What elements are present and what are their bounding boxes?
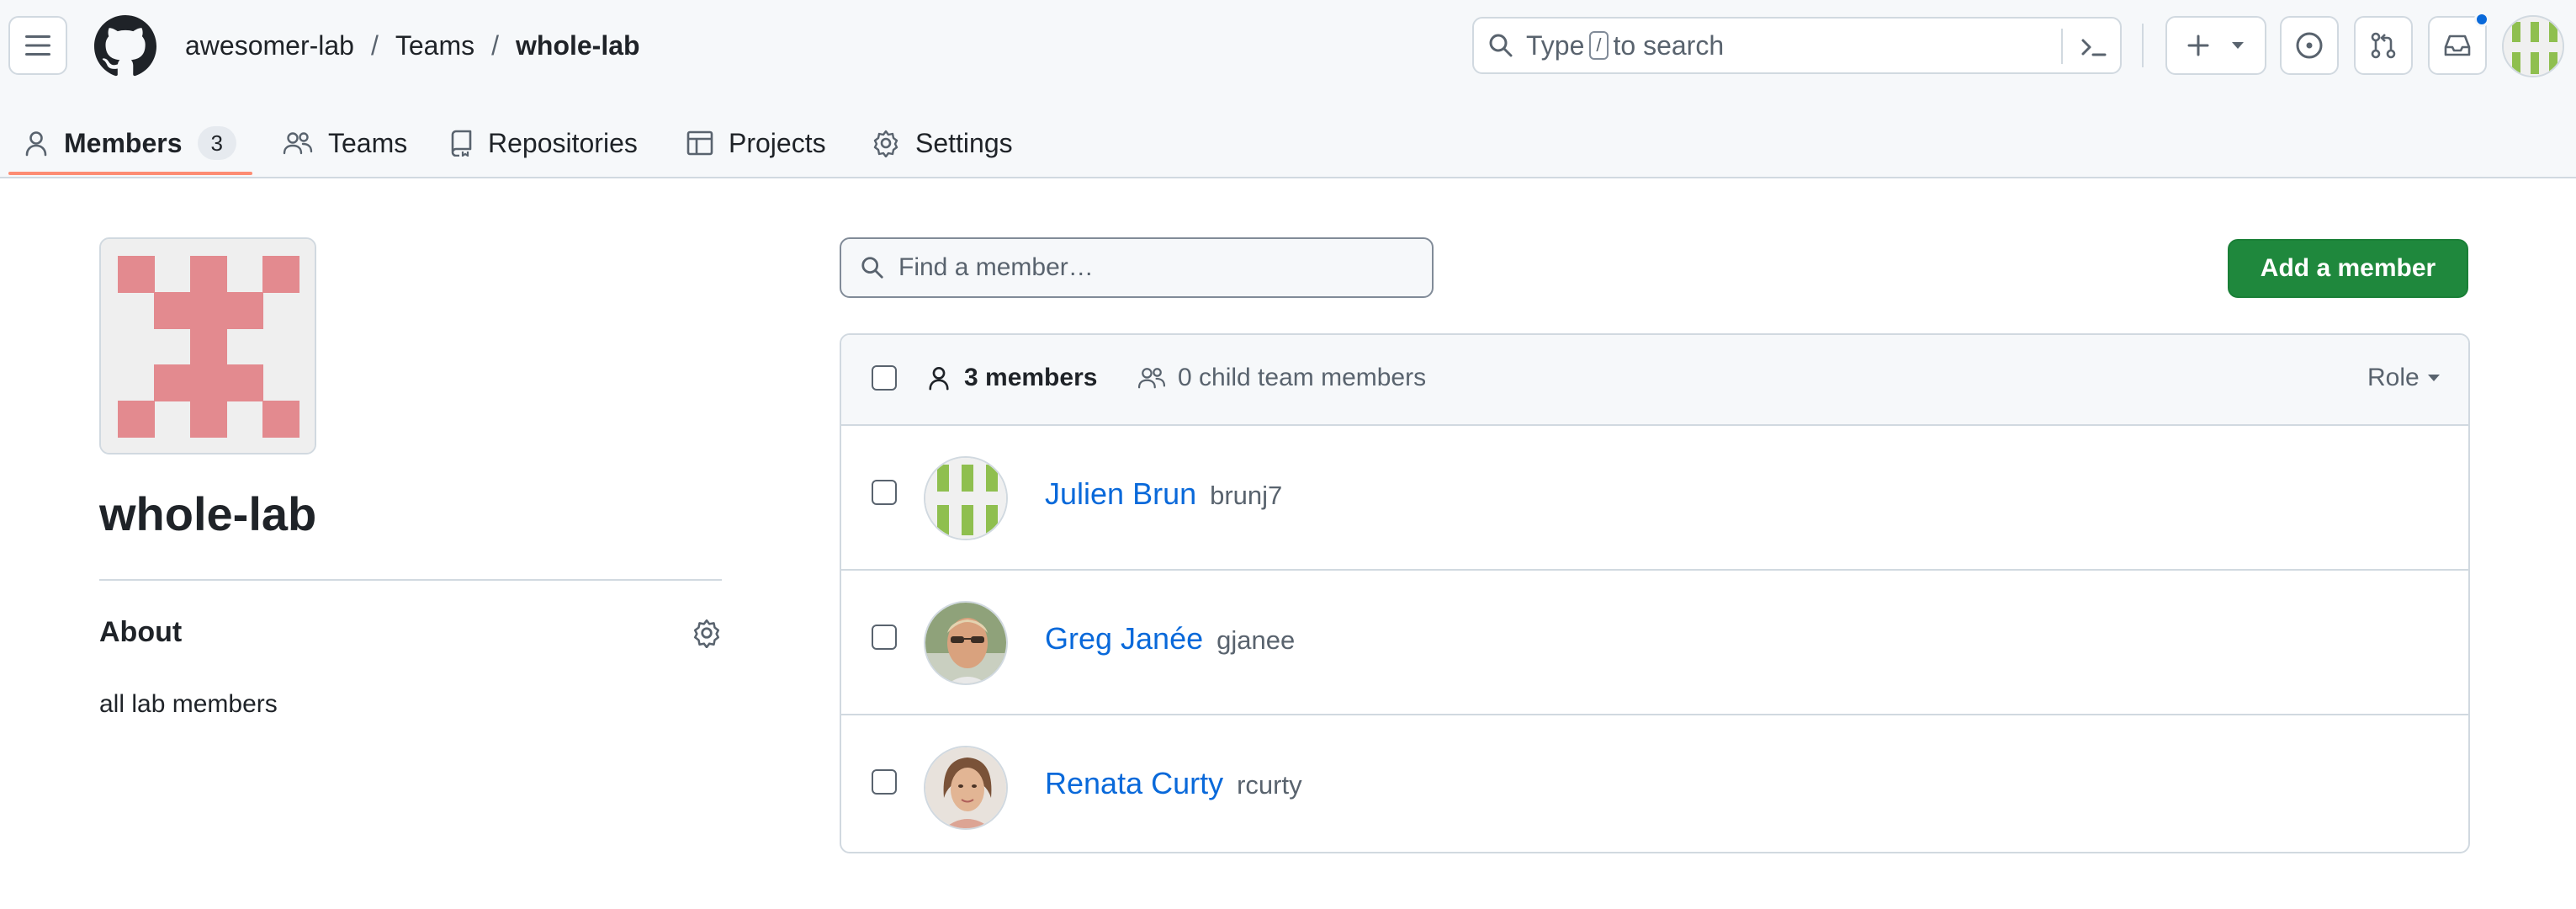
- breadcrumb: awesomer-lab / Teams / whole-lab: [185, 27, 640, 64]
- member-photo-icon: [925, 747, 1006, 828]
- member-info: Julien Brun brunj7: [1045, 476, 1282, 512]
- member-avatar[interactable]: [924, 456, 1008, 540]
- team-description: all lab members: [99, 690, 278, 718]
- person-icon: [24, 130, 49, 157]
- member-checkbox[interactable]: [872, 769, 897, 795]
- search-icon: [1487, 32, 1514, 59]
- command-palette-icon[interactable]: [2073, 30, 2115, 64]
- member-login: brunj7: [1210, 481, 1283, 510]
- tab-settings[interactable]: Settings: [872, 108, 1013, 178]
- table-icon: [686, 130, 713, 156]
- tab-settings-label: Settings: [915, 127, 1013, 158]
- members-table-header: 3 members 0 child team members Role: [841, 335, 2468, 426]
- breadcrumb-org-link[interactable]: awesomer-lab: [185, 30, 354, 61]
- breadcrumb-current-team[interactable]: whole-lab: [516, 30, 640, 61]
- search-icon: [860, 255, 885, 280]
- plus-icon: [2187, 35, 2209, 56]
- breadcrumb-separator: /: [370, 29, 379, 61]
- find-member-placeholder: Find a member…: [898, 253, 1094, 281]
- inbox-icon: [2444, 35, 2471, 56]
- member-name-link[interactable]: Greg Janée: [1045, 621, 1203, 656]
- breadcrumb-separator: /: [491, 29, 499, 61]
- active-tab-indicator: [8, 172, 252, 175]
- member-info: Renata Curty rcurty: [1045, 766, 1302, 801]
- hamburger-icon: [25, 35, 50, 56]
- tab-members-label: Members: [64, 127, 183, 158]
- member-identicon-icon: [925, 458, 1006, 539]
- team-tabs: Members 3 Teams Repositories Projects Se…: [0, 108, 2576, 178]
- team-name-heading: whole-lab: [99, 487, 317, 540]
- person-icon: [927, 365, 951, 391]
- edit-about-gear-icon[interactable]: [690, 616, 724, 650]
- find-member-input[interactable]: Find a member…: [840, 237, 1434, 298]
- role-filter-label: Role: [2367, 364, 2420, 391]
- member-checkbox[interactable]: [872, 625, 897, 650]
- issue-opened-icon: [2296, 32, 2323, 59]
- breadcrumb-teams-link[interactable]: Teams: [395, 30, 474, 61]
- members-counter-badge: 3: [197, 126, 236, 160]
- role-filter-dropdown[interactable]: Role: [2367, 364, 2440, 392]
- global-search-input[interactable]: Type / to search: [1472, 17, 2122, 74]
- gear-icon: [872, 129, 900, 157]
- people-icon: [283, 130, 313, 156]
- top-bar: awesomer-lab / Teams / whole-lab Type / …: [0, 0, 2576, 93]
- tab-teams-label: Teams: [328, 127, 408, 158]
- menu-button[interactable]: [8, 16, 67, 75]
- people-icon: [1137, 366, 1166, 390]
- tab-repositories-label: Repositories: [488, 127, 638, 158]
- search-shortcut-key: /: [1589, 31, 1609, 60]
- member-info: Greg Janée gjanee: [1045, 621, 1295, 656]
- member-checkbox[interactable]: [872, 480, 897, 505]
- add-member-button[interactable]: Add a member: [2228, 239, 2468, 298]
- search-divider: [2061, 29, 2063, 64]
- tab-members[interactable]: Members 3: [24, 108, 236, 178]
- member-name-link[interactable]: Renata Curty: [1045, 766, 1223, 801]
- member-login: gjanee: [1216, 625, 1296, 655]
- search-suffix-text: to search: [1613, 29, 1725, 61]
- tab-teams[interactable]: Teams: [283, 108, 407, 178]
- search-prefix-text: Type: [1526, 29, 1585, 61]
- team-identicon-icon: [101, 239, 315, 453]
- user-identicon-icon: [2504, 17, 2563, 76]
- create-new-button[interactable]: [2165, 16, 2266, 75]
- git-pull-request-icon: [2371, 32, 2396, 59]
- member-name-link[interactable]: Julien Brun: [1045, 476, 1196, 512]
- notification-indicator: [2474, 12, 2489, 27]
- member-login: rcurty: [1237, 770, 1302, 800]
- triangle-down-icon: [2427, 375, 2440, 381]
- member-row: Renata Curty rcurty: [841, 717, 2468, 852]
- member-row: Greg Janée gjanee: [841, 572, 2468, 715]
- repo-icon: [449, 130, 473, 157]
- github-logo-icon[interactable]: [94, 15, 156, 77]
- members-count: 3 members: [927, 364, 1097, 392]
- issues-button[interactable]: [2280, 16, 2339, 75]
- app-header: awesomer-lab / Teams / whole-lab Type / …: [0, 0, 2576, 178]
- member-avatar[interactable]: [924, 746, 1008, 830]
- member-row: Julien Brun brunj7: [841, 428, 2468, 571]
- user-avatar[interactable]: [2502, 15, 2564, 77]
- members-table: 3 members 0 child team members Role Juli…: [840, 333, 2470, 853]
- sidebar-divider: [99, 579, 722, 581]
- tab-projects[interactable]: Projects: [686, 108, 826, 178]
- member-avatar[interactable]: [924, 601, 1008, 685]
- child-team-members-label: 0 child team members: [1178, 364, 1427, 391]
- triangle-down-icon: [2231, 42, 2244, 49]
- tab-repositories[interactable]: Repositories: [449, 108, 638, 178]
- team-avatar: [99, 237, 316, 454]
- pull-requests-button[interactable]: [2354, 16, 2413, 75]
- child-team-members[interactable]: 0 child team members: [1137, 364, 1426, 392]
- select-all-checkbox[interactable]: [872, 365, 897, 391]
- header-divider: [2142, 24, 2144, 67]
- members-count-label: 3 members: [964, 364, 1098, 391]
- about-heading: About: [99, 616, 183, 648]
- member-photo-icon: [925, 603, 1006, 683]
- tab-projects-label: Projects: [729, 127, 826, 158]
